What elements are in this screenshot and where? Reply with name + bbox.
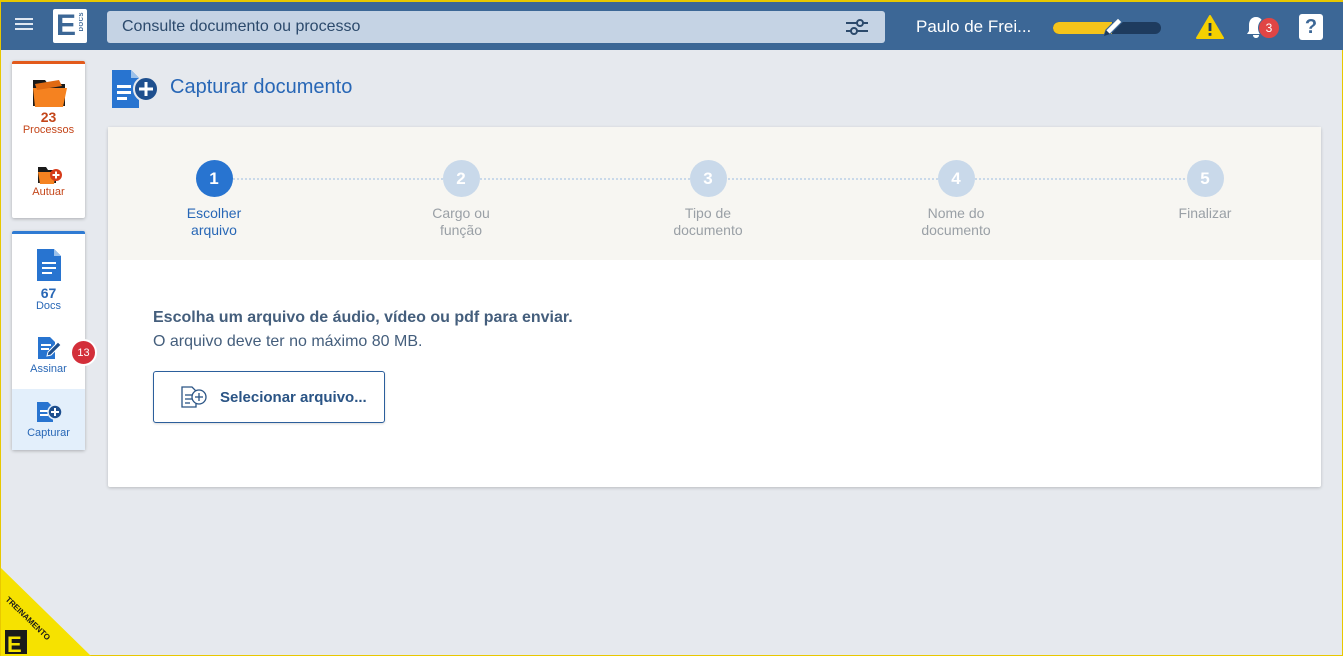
logo-letter: E [56,9,76,42]
warning-icon[interactable] [1196,14,1224,40]
step-label-line2: documento [921,222,991,238]
step-label-line2: documento [673,222,743,238]
stepper: 1 Escolher arquivo 2 Cargo ou função 3 Tip… [108,127,1321,260]
step-1: 1 Escolher arquivo [154,160,274,239]
logo-sub: DOCS [79,12,85,32]
edocs-logo[interactable]: E DOCS [53,9,87,43]
step-5: 5 Finalizar [1145,160,1265,222]
step-number: 1 [195,160,233,197]
instruction-text: O arquivo deve ter no máximo 80 MB. [153,333,423,350]
step-label-line1: Nome do [927,205,985,221]
top-bar: E DOCS Paulo de Frei... 3 ? [1,0,1343,50]
processos-label: Processos [22,124,75,136]
sidebar-item-autuar[interactable]: Autuar [12,164,85,199]
notification-badge[interactable]: 3 [1258,17,1280,39]
step-label-line2: arquivo [191,222,237,238]
step-number: 2 [442,160,480,197]
assinar-badge: 13 [70,339,97,366]
step-label-line1: Escolher [186,205,242,221]
select-file-button[interactable]: Selecionar arquivo... [153,371,385,423]
user-name[interactable]: Paulo de Frei... [916,17,1031,37]
select-file-label: Selecionar arquivo... [220,388,367,406]
search-input[interactable] [122,18,822,36]
step-label-line2: função [439,222,483,238]
sidebar-item-processos[interactable]: 23 Processos [12,76,85,137]
capture-document-icon [36,402,63,422]
hamburger-menu-icon[interactable] [15,15,35,35]
capture-document-header-icon [112,70,159,108]
step-label-line1: Tipo de [684,205,732,221]
training-ribbon: TREINAMENTO E [1,568,91,656]
step-label-line1: Cargo ou [432,205,490,221]
sidebar-item-capturar[interactable]: Capturar [12,389,85,450]
step-number: 4 [937,160,975,197]
page-title: Capturar documento [170,76,353,98]
step-label-line1: Finalizar [1178,205,1232,221]
step-number: 5 [1186,160,1224,197]
filter-sliders-icon[interactable] [845,17,869,37]
sign-document-icon [37,337,62,359]
sidebar-docs-card: 67 Docs Assinar Capturar [12,231,85,450]
sidebar-processos-card: 23 Processos Autuar [12,61,85,218]
step-number: 3 [689,160,727,197]
instruction-title: Escolha um arquivo de áudio, vídeo ou pd… [153,309,573,326]
search-bar [107,11,885,43]
pen-icon [1103,17,1123,37]
assinar-label: Assinar [30,363,67,375]
docs-count: 67 [40,285,57,301]
docs-label: Docs [35,300,62,312]
autuar-label: Autuar [32,186,65,198]
folder-add-icon [37,167,62,184]
help-icon[interactable]: ? [1299,14,1323,40]
sidebar-item-docs[interactable]: 67 Docs [12,248,85,313]
processos-count: 23 [40,109,57,125]
capturar-label: Capturar [27,427,70,439]
file-add-icon [181,386,207,408]
document-icon [36,249,61,281]
ribbon-logo-letter: E [7,632,22,656]
step-4: 4 Nome do documento [896,160,1016,239]
step-3: 3 Tipo de documento [648,160,768,239]
capture-card: 1 Escolher arquivo 2 Cargo ou função 3 Tip… [108,127,1321,487]
step-2: 2 Cargo ou função [401,160,521,239]
folder-icon [32,80,67,107]
